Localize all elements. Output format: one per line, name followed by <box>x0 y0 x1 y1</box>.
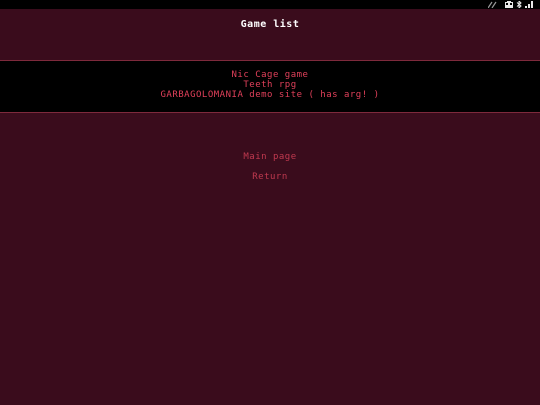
game-list-panel: Nic Cage game Teeth rpg GARBAGOLOMANIA d… <box>0 61 540 113</box>
page-header: Game list <box>0 9 540 61</box>
signal-icon <box>488 1 502 8</box>
main-page-link[interactable]: Main page <box>0 152 540 162</box>
bluetooth-icon <box>516 1 522 8</box>
status-bar <box>0 0 540 9</box>
battery-icon <box>505 1 513 8</box>
status-icons <box>488 1 534 8</box>
game-link-teeth-rpg[interactable]: Teeth rpg <box>0 80 540 90</box>
nav-links: Main page Return <box>0 152 540 182</box>
wifi-icon <box>525 1 534 8</box>
game-link-nic-cage[interactable]: Nic Cage game <box>0 70 540 80</box>
return-link[interactable]: Return <box>0 172 540 182</box>
page-title: Game list <box>240 19 300 30</box>
game-list: Nic Cage game Teeth rpg GARBAGOLOMANIA d… <box>0 70 540 100</box>
game-link-garbagolomania[interactable]: GARBAGOLOMANIA demo site ( has arg! ) <box>0 90 540 100</box>
